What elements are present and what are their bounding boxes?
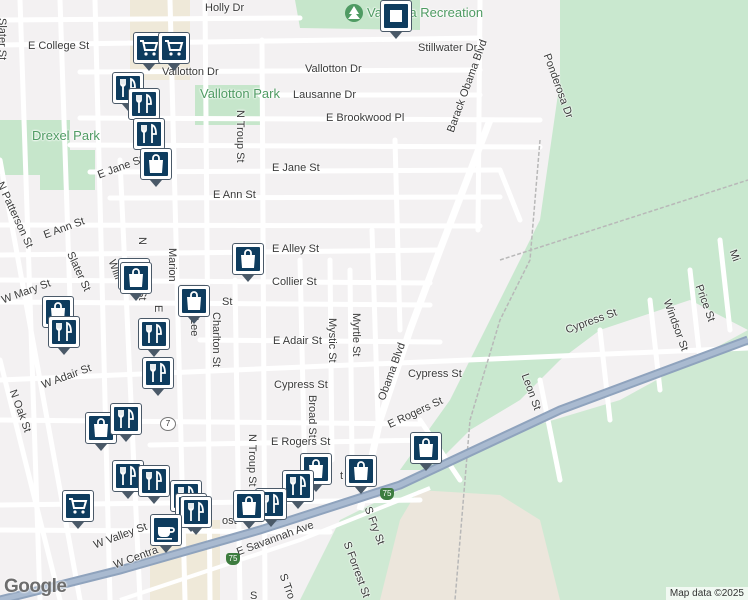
shopping-icon [414,436,438,460]
marker-pointer [130,294,142,301]
street-label-mystic-st: Mystic St [326,318,338,363]
restaurant-icon [116,464,140,488]
shopping-marker[interactable] [233,490,265,529]
cafe-marker[interactable] [150,514,182,553]
marker-pointer [265,520,277,527]
restaurant-icon [137,122,161,146]
marker-pointer [420,464,432,471]
cafe-icon [154,518,178,542]
grocery-icon [66,494,90,518]
grocery-marker[interactable] [62,490,94,529]
map-canvas[interactable]: Holly Dr Slater St E College St Stillwater … [0,0,748,600]
restaurant-marker[interactable] [138,318,170,357]
restaurant-marker[interactable] [48,316,80,355]
restaurant-marker[interactable] [128,88,160,127]
shopping-marker[interactable] [232,243,264,282]
restaurant-marker[interactable] [142,357,174,396]
marker-pointer [72,522,84,529]
restaurant-marker[interactable] [180,496,212,535]
grocery-marker[interactable] [158,32,190,71]
street-label-s-lee: S [250,590,258,600]
shopping-marker[interactable] [178,285,210,324]
street-label-e-lee: E [152,305,164,313]
shopping-marker[interactable] [120,262,152,301]
restaurant-icon [132,92,156,116]
street-label-collier-st: Collier St [272,276,317,288]
street-label-e-alley-st: E Alley St [272,243,320,255]
marker-pointer [168,64,180,71]
marker-pointer [292,502,304,509]
street-label-stillwater-dr: Stillwater Dr [418,42,478,54]
street-label-marion-st: Marion [166,248,178,282]
shopping-icon [124,266,148,290]
street-label-e-rogers-st: E Rogers St [271,436,331,448]
marker-pointer [243,522,255,529]
marker-pointer [143,64,155,71]
map-attribution[interactable]: Map data ©2025 [665,587,748,600]
restaurant-marker[interactable] [133,118,165,157]
street-label-lausanne-dr: Lausanne Dr [293,89,356,101]
route-shield-us-7: 7 [160,417,176,431]
marker-pointer [242,275,254,282]
marker-pointer [148,497,160,504]
grocery-icon [162,36,186,60]
shopping-marker[interactable] [410,432,442,471]
street-label-vallotton-dr-e: Vallotton Dr [305,63,362,75]
marker-pointer [122,492,134,499]
marker-pointer [150,180,162,187]
street-label-e-ann-st: E Ann St [213,189,256,201]
marker-pointer [120,435,132,442]
marker-pointer [58,348,70,355]
restaurant-icon [142,322,166,346]
shopping-icon [349,459,373,483]
park-label-drexel-park[interactable]: Drexel Park [32,129,100,142]
marker-pointer [190,528,202,535]
restaurant-icon [142,469,166,493]
street-label-n-ashley: N [136,237,148,245]
restaurant-icon [184,500,208,524]
street-label-cypress-st-1: Cypress St [274,379,328,391]
street-label-myrtle-st: Myrtle St [350,313,362,357]
marker-pointer [148,350,160,357]
shopping-marker[interactable] [345,455,377,494]
shopping-icon [236,247,260,271]
restaurant-icon [286,474,310,498]
generic-icon [384,4,408,28]
restaurant-icon [146,361,170,385]
marker-pointer [160,546,172,553]
restaurant-marker[interactable] [110,403,142,442]
shopping-icon [144,152,168,176]
street-label-n-troup-st-2: N Troup St [246,434,258,487]
street-label-e-college-st: E College St [28,40,90,52]
street-label-rogers-st-frag: t [340,470,344,482]
route-shield-i-75-a: 75 [380,488,394,500]
street-label-charlton-st: Charlton St [210,312,222,368]
restaurant-icon [114,407,138,431]
street-label-e-adair-st: E Adair St [273,335,322,347]
marker-pointer [188,317,200,324]
street-label-park-st: St [222,296,233,308]
street-label-e-brookwood-pl: E Brookwood Pl [326,112,405,124]
street-label-n-troup-st: N Troup St [234,110,246,163]
park-label-vallotton-park[interactable]: Vallotton Park [200,87,280,100]
marker-pointer [95,444,107,451]
shopping-icon [182,289,206,313]
shopping-marker[interactable] [140,148,172,187]
google-logo: Google [4,576,67,597]
restaurant-icon [52,320,76,344]
route-shield-i-75-b: 75 [226,553,240,565]
restaurant-marker[interactable] [138,465,170,504]
street-label-cypress-st-2: Cypress St [408,368,462,380]
street-label-e-jane-st: E Jane St [272,162,320,174]
shopping-icon [237,494,261,518]
street-label-holly-dr: Holly Dr [205,2,245,14]
street-label-broad-st: Broad St [306,395,318,438]
marker-pointer [390,32,402,39]
street-label-slater-st-n: Slater St [0,18,8,61]
marker-pointer [152,389,164,396]
marker-pointer [355,487,367,494]
generic-marker[interactable] [380,0,412,39]
